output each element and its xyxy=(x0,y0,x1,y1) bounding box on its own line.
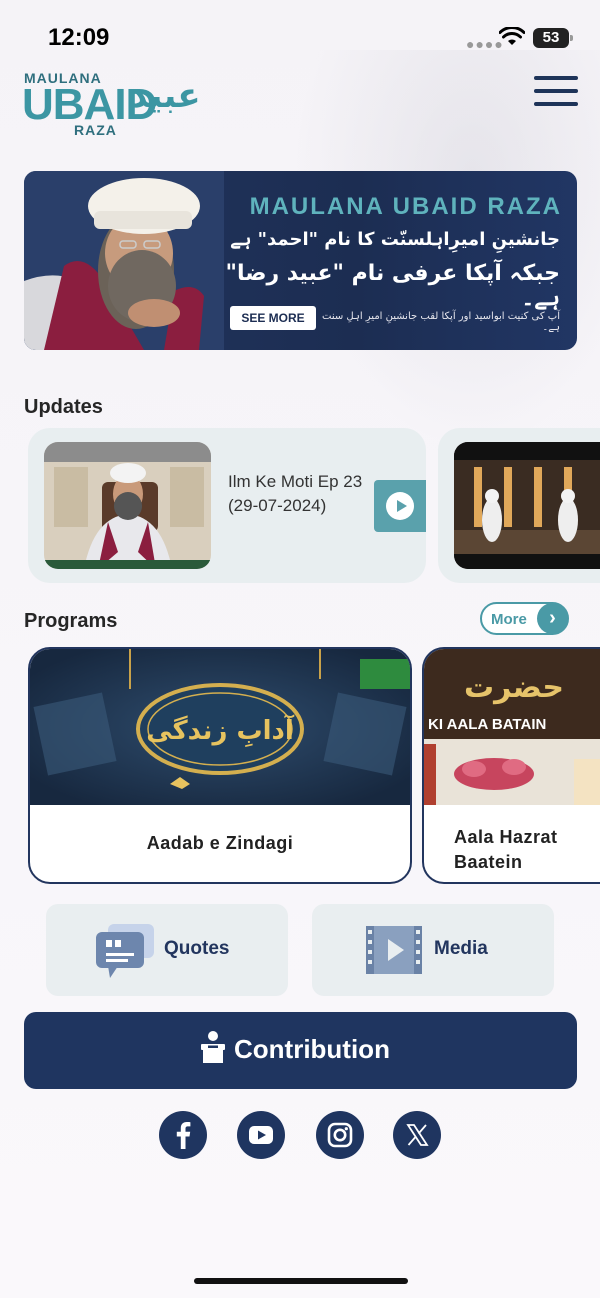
media-tile[interactable]: Media xyxy=(312,904,554,996)
program-image-caption: KI AALA BATAIN xyxy=(428,716,546,733)
wifi-icon xyxy=(499,27,525,45)
banner-urdu-line-1: جانشینِ امیرِاہلسنّت کا نام "احمد" ہے xyxy=(230,229,560,250)
chevron-right-icon: › xyxy=(537,603,568,634)
hamburger-menu-icon[interactable] xyxy=(534,76,578,110)
program-thumbnail: آدابِ زندگی xyxy=(30,649,410,805)
battery-icon: 53 xyxy=(533,28,573,48)
status-time: 12:09 xyxy=(48,24,110,51)
banner-title: MAULANA UBAID RAZA xyxy=(249,193,562,220)
home-indicator[interactable] xyxy=(194,1278,408,1284)
program-label: Aala Hazrat Baatein xyxy=(454,827,558,872)
scholar-portrait-image xyxy=(24,171,224,350)
programs-section-title: Programs xyxy=(24,610,118,632)
update-thumbnail xyxy=(44,442,211,569)
donation-box-icon xyxy=(201,1031,225,1063)
media-label: Media xyxy=(434,938,488,959)
see-more-button[interactable]: SEE MORE xyxy=(230,306,316,330)
instagram-icon[interactable] xyxy=(316,1111,364,1159)
hero-banner[interactable]: MAULANA UBAID RAZA جانشینِ امیرِاہلسنّت … xyxy=(24,171,577,350)
quote-bubble-icon xyxy=(96,924,154,978)
update-thumbnail xyxy=(454,442,600,569)
update-title: Ilm Ke Moti Ep 23 (29-07-2024) xyxy=(228,472,363,515)
facebook-icon[interactable] xyxy=(159,1111,207,1159)
program-thumbnail: حضرت KI AALA BATAIN xyxy=(424,649,600,805)
program-card-aadab-e-zindagi[interactable]: آدابِ زندگی Aadab e Zindagi xyxy=(28,647,412,884)
film-play-icon xyxy=(366,926,422,974)
youtube-icon[interactable] xyxy=(237,1111,285,1159)
more-programs-button[interactable]: More › xyxy=(480,602,569,635)
contribution-button[interactable]: Contribution xyxy=(24,1012,577,1089)
quotes-label: Quotes xyxy=(164,938,230,959)
program-card-aala-hazrat-baatein[interactable]: حضرت KI AALA BATAIN Aala Hazrat Baatein xyxy=(422,647,600,884)
logo-urdu: عبید xyxy=(130,76,201,116)
update-card[interactable] xyxy=(438,428,600,583)
quotes-tile[interactable]: Quotes xyxy=(46,904,288,996)
contribution-label: Contribution xyxy=(234,1034,390,1064)
update-card[interactable]: Ilm Ke Moti Ep 23 (29-07-2024) xyxy=(28,428,426,583)
app-logo: MAULANA UBAID عبید RAZA xyxy=(22,66,212,140)
program-image-text: آدابِ زندگی xyxy=(146,714,295,748)
banner-urdu-line-2: جبکہ آپکا عرفی نام "عبید رضا" ہے۔ xyxy=(225,261,560,311)
status-bar: 12:09 ●●●● 53 xyxy=(0,0,600,70)
play-icon[interactable] xyxy=(374,480,426,532)
program-image-urdu: حضرت xyxy=(464,670,564,705)
x-icon[interactable] xyxy=(393,1111,441,1159)
updates-section-title: Updates xyxy=(24,396,103,418)
logo-raza: RAZA xyxy=(74,122,117,138)
banner-urdu-line-3: آپ کی کنیت ابواسید اور آپکا لقب جانشینِ … xyxy=(322,311,560,333)
more-label: More xyxy=(491,611,527,628)
program-label: Aadab e Zindagi xyxy=(146,833,294,853)
